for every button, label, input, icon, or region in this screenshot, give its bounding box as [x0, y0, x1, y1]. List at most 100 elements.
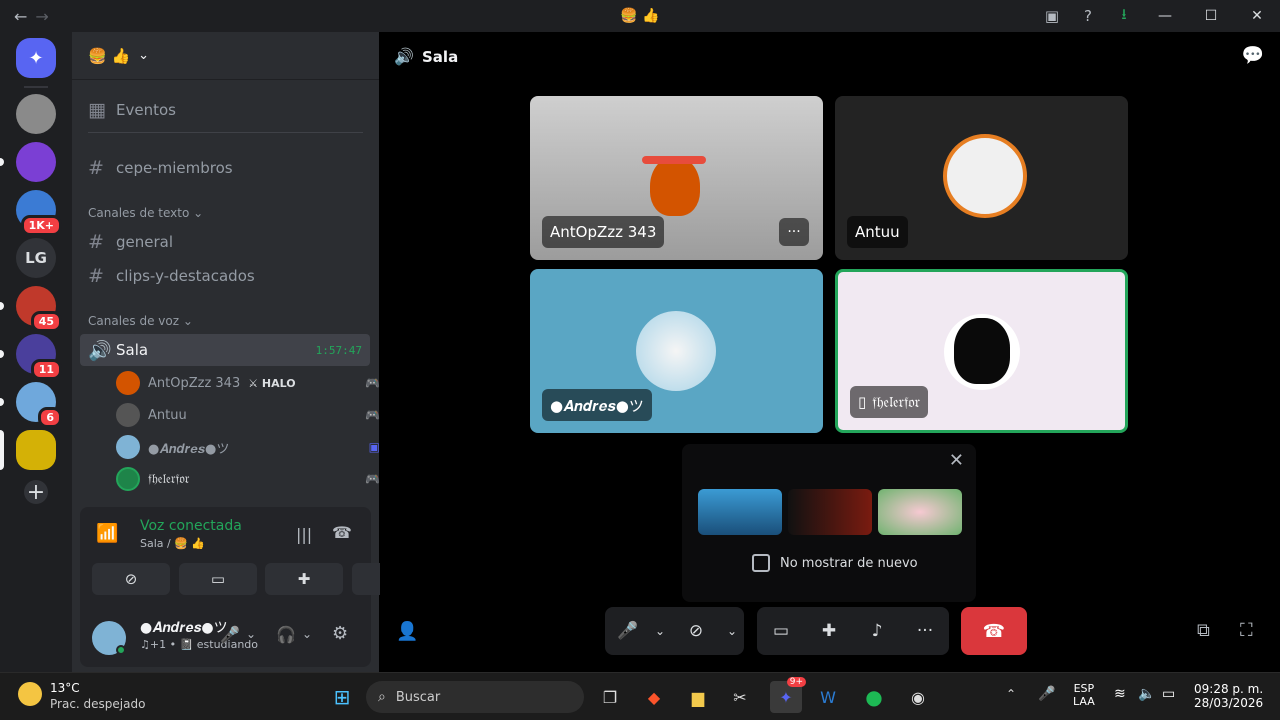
fullscreen-icon[interactable]: ⛶	[1240, 620, 1253, 641]
screen-share-button[interactable]: ▭	[757, 607, 805, 655]
server-tournament[interactable]: 11	[16, 334, 62, 380]
battery-icon[interactable]: ▭	[1162, 686, 1175, 702]
voice-location[interactable]: Sala / 🍔 👍	[140, 537, 205, 550]
activity-card[interactable]	[878, 489, 962, 535]
screen-share-icon: ▭	[772, 621, 790, 641]
more-options-button[interactable]: ···	[901, 607, 949, 655]
user-status: ♫+1 • 📓 estudiando	[140, 638, 258, 651]
activity-card[interactable]	[788, 489, 872, 535]
activities-button[interactable]: ✚	[805, 607, 853, 655]
mic-camera-group: 🎤 ⌄ ⊘ ⌄	[605, 607, 744, 655]
server-header[interactable]: 🍔 👍 ⌄ 👤	[72, 32, 438, 99]
chevron-down-icon[interactable]: ⌄	[723, 607, 741, 655]
clock[interactable]: 09:28 p. m. 28/03/2026	[1194, 682, 1263, 710]
server-cat[interactable]	[16, 94, 56, 134]
windows-start-icon[interactable]: ⊞	[326, 681, 358, 713]
channel-cepe-miembros[interactable]: # cepe-miembros	[80, 152, 370, 184]
screen-share-icon: ▭	[210, 570, 226, 588]
disconnect-icon[interactable]: ☎	[332, 523, 352, 542]
invite-to-call-icon[interactable]: 👤	[396, 621, 418, 642]
server-game[interactable]: 1K+	[16, 190, 62, 236]
chevron-down-icon: ⌄	[193, 206, 204, 220]
weather-icon[interactable]	[18, 682, 42, 706]
wifi-icon[interactable]: ≋	[1114, 686, 1126, 702]
gamepad-icon: 🎮	[365, 408, 380, 422]
noise-suppression-icon[interactable]: |||	[296, 525, 312, 544]
microphone-icon[interactable]: 🎤	[220, 625, 240, 644]
discord-taskbar-icon[interactable]: ✦ 9+	[770, 677, 806, 713]
dont-show-again[interactable]: No mostrar de nuevo	[752, 554, 918, 572]
events-link[interactable]: ▦ Eventos	[80, 94, 370, 126]
more-options-icon[interactable]: ···	[779, 218, 809, 246]
close-icon[interactable]: ✕	[949, 450, 964, 471]
server-purple[interactable]	[16, 142, 56, 182]
microphone-button[interactable]: 🎤	[605, 607, 651, 655]
headphones-icon[interactable]: 🎧	[276, 625, 296, 644]
activity-icon: 🎮	[365, 376, 380, 390]
camera-button[interactable]: ⊘	[92, 563, 170, 595]
close-window-button[interactable]: ✕	[1234, 8, 1280, 24]
chat-bubble-icon[interactable]: 💬	[1242, 45, 1264, 66]
chevron-up-icon[interactable]: ⌃	[1006, 687, 1016, 701]
video-tile[interactable]: Antuu	[835, 96, 1128, 260]
voice-channel-sala[interactable]: 🔊 Sala 1:57:47	[80, 334, 370, 366]
help-icon[interactable]: ?	[1070, 7, 1106, 25]
camera-button[interactable]: ⊘	[669, 607, 723, 655]
settings-gear-icon[interactable]: ⚙	[332, 623, 348, 644]
search-icon: ⌕	[378, 689, 386, 705]
chevron-down-icon[interactable]: ⌄	[302, 627, 312, 641]
chevron-down-icon[interactable]: ⌄	[246, 627, 256, 641]
checkbox[interactable]	[752, 554, 770, 572]
voice-user[interactable]: ●𝑨𝒏𝒅𝒓𝒆𝒔●ツ ▣	[116, 433, 380, 461]
add-server-icon[interactable]: +	[24, 480, 48, 505]
channel-clips[interactable]: # clips-y-destacados	[80, 260, 370, 292]
server-list: ✦ 1K+ LG 45 11 6 +	[0, 32, 72, 672]
video-tile[interactable]: AntOpZzz 343 ···	[530, 96, 823, 260]
minimize-button[interactable]: —	[1142, 8, 1188, 24]
voice-user[interactable]: 𝔣𝔥𝔢𝔩𝔢𝔯𝔣𝔬𝔯 🎮	[116, 465, 380, 493]
microphone-tray-icon[interactable]: 🎤	[1038, 686, 1055, 702]
soundboard-button[interactable]: ♪	[853, 607, 901, 655]
task-view-icon[interactable]: ❐	[594, 681, 626, 713]
signal-icon: 📶	[96, 523, 119, 544]
screen-share-button[interactable]: ▭	[179, 563, 257, 595]
voice-category[interactable]: Canales de voz ⌄	[88, 314, 193, 328]
user-name[interactable]: ●𝑨𝒏𝒅𝒓𝒆𝒔●ツ	[140, 617, 228, 637]
spotify-icon[interactable]: ●	[858, 681, 890, 713]
video-tile-speaking[interactable]: ▯ 𝔣𝔥𝔢𝔩𝔢𝔯𝔣𝔬𝔯	[835, 269, 1128, 433]
maximize-button[interactable]: ☐	[1188, 8, 1234, 24]
voice-user[interactable]: Antuu 🎮	[116, 401, 380, 429]
download-icon[interactable]: ⭳	[1106, 4, 1142, 29]
server-red[interactable]: 45	[16, 286, 62, 332]
server-totoro[interactable]: 6	[16, 382, 62, 428]
video-tile[interactable]: ●𝑨𝒏𝒅𝒓𝒆𝒔●ツ	[530, 269, 823, 433]
word-icon[interactable]: W	[812, 681, 844, 713]
avatar-accessory	[642, 156, 706, 164]
discord-home-icon[interactable]: ✦	[16, 38, 56, 78]
inbox-icon[interactable]: ▣	[1034, 7, 1070, 25]
channel-general[interactable]: # general	[80, 226, 370, 258]
snipping-tool-icon[interactable]: ✂	[724, 681, 756, 713]
voice-status[interactable]: Voz conectada	[140, 518, 242, 534]
obs-icon[interactable]: ◉	[902, 681, 934, 713]
file-explorer-icon[interactable]: ▆	[682, 681, 714, 713]
clan-tag: ⚔ HALO	[248, 376, 296, 390]
back-arrow-icon[interactable]: ←	[14, 7, 27, 26]
weather-desc[interactable]: Prac. despejado	[50, 697, 145, 711]
volume-icon[interactable]: 🔈	[1138, 686, 1155, 702]
title-bar: ← → 🍔 👍 ▣ ? ⭳ — ☐ ✕	[0, 0, 1280, 32]
server-current[interactable]	[16, 430, 56, 470]
disconnect-call-button[interactable]: ☎	[961, 607, 1027, 655]
popout-icon[interactable]: ⧉	[1197, 620, 1210, 641]
weather-temp[interactable]: 13°C	[50, 681, 80, 695]
taskbar-search[interactable]: ⌕ Buscar	[366, 681, 584, 713]
brave-icon[interactable]: ◆	[638, 681, 670, 713]
forward-arrow-icon[interactable]: →	[35, 7, 48, 26]
activity-card[interactable]	[698, 489, 782, 535]
text-category[interactable]: Canales de texto ⌄	[88, 206, 203, 220]
chevron-down-icon[interactable]: ⌄	[651, 607, 669, 655]
server-lg[interactable]: LG	[16, 238, 56, 278]
activities-button[interactable]: ✚	[265, 563, 343, 595]
voice-user[interactable]: AntOpZzz 343 ⚔ HALO 🎮	[116, 369, 380, 397]
language-indicator[interactable]: ESP LAA	[1073, 682, 1095, 708]
